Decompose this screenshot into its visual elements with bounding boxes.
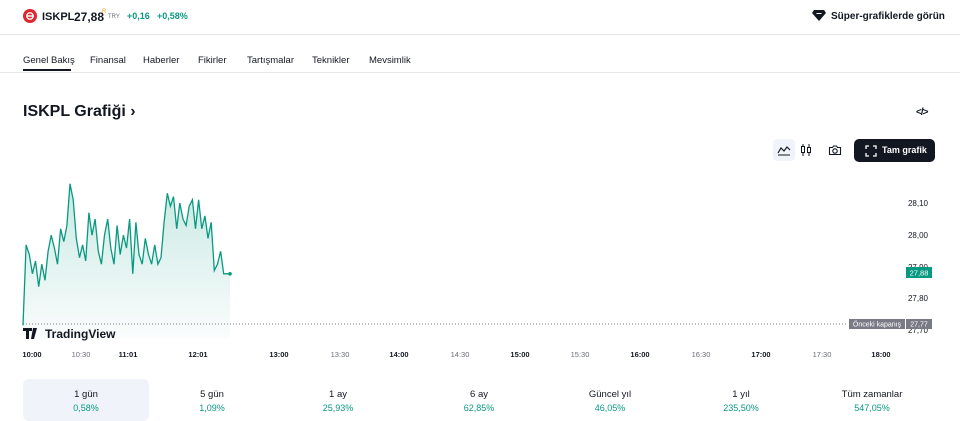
range-return: 62,85% [463, 403, 495, 413]
range-button-3[interactable]: 6 ay 62,85% [416, 379, 542, 421]
range-label: 1 gün [74, 389, 98, 400]
previous-close-label: Önceki kapanış [853, 321, 902, 329]
x-tick-label: 14:30 [451, 350, 470, 359]
range-label: Tüm zamanlar [841, 389, 903, 400]
y-tick-label: 28,10 [908, 199, 929, 208]
range-return: 547,05% [854, 403, 890, 413]
tab-technicals[interactable]: Teknikler [312, 55, 350, 66]
full-chart-label: Tam grafik [882, 145, 927, 155]
symbol-name: ISKPL [42, 11, 75, 23]
currency-code: TRY [108, 14, 120, 20]
range-return: 46,05% [594, 403, 626, 413]
y-tick-label: 27,80 [908, 294, 929, 303]
price-chart[interactable]: 28,1028,0027,9027,8027,70 10:0010:3011:0… [0, 165, 960, 365]
watermark-text: TradingView [45, 327, 116, 341]
chevron-right-icon: › [130, 103, 136, 120]
candles-button[interactable] [795, 139, 817, 161]
range-label: 5 gün [200, 389, 224, 400]
x-tick-label: 16:30 [692, 350, 711, 359]
x-tick-label: 11:01 [119, 350, 138, 359]
company-logo [23, 9, 37, 23]
super-charts-link[interactable]: Süper-grafiklerde görün [831, 11, 945, 22]
symbol-header: ISKPL 27,88 R TRY +0,16 +0,58% Süper-gra… [0, 0, 960, 35]
active-tab-indicator [23, 69, 71, 71]
x-tick-label: 15:00 [510, 350, 529, 359]
range-button-2[interactable]: 1 ay 25,93% [275, 379, 401, 421]
x-tick-label: 14:00 [389, 350, 408, 359]
range-button-0[interactable]: 1 gün 0,58% [23, 379, 149, 421]
range-label: 1 yıl [732, 389, 750, 400]
last-price: 27,88 [74, 10, 105, 24]
range-button-1[interactable]: 5 gün 1,09% [149, 379, 275, 421]
range-return: 1,09% [199, 403, 225, 413]
x-tick-label: 17:30 [813, 350, 832, 359]
x-tick-label: 13:00 [269, 350, 288, 359]
x-tick-label: 10:00 [22, 350, 41, 359]
tab-financials[interactable]: Finansal [90, 55, 126, 66]
range-button-6[interactable]: Tüm zamanlar 547,05% [809, 379, 935, 421]
tab-discussions[interactable]: Tartışmalar [247, 55, 294, 66]
snapshot-button[interactable] [824, 139, 846, 161]
currency-mark: R [102, 9, 107, 15]
range-label: 6 ay [470, 389, 488, 400]
chart-title-link[interactable]: ISKPL Grafiği › [23, 103, 136, 121]
line-chart-button[interactable] [773, 139, 795, 161]
price-change: +0,16 [127, 11, 150, 21]
period-selector: 1 gün 0,58% 5 gün 1,09% 1 ay 25,93% 6 ay 62,85%… [0, 379, 960, 421]
range-button-4[interactable]: Güncel yıl 46,05% [547, 379, 673, 421]
current-price-label: 27,88 [910, 269, 929, 278]
range-label: Güncel yıl [588, 389, 632, 400]
range-return: 0,58% [73, 403, 99, 413]
line-chart-icon [777, 146, 791, 156]
tab-seasonals[interactable]: Mevsimlik [369, 55, 411, 66]
chart-title: ISKPL Grafiği [23, 103, 126, 120]
x-tick-label: 16:00 [630, 350, 649, 359]
candles-icon [801, 144, 811, 156]
y-tick-label: 28,00 [908, 231, 929, 240]
range-return: 235,50% [723, 403, 759, 413]
x-tick-label: 12:01 [188, 350, 207, 359]
x-tick-label: 17:00 [751, 350, 770, 359]
previous-close-value: 27,77 [910, 322, 928, 329]
last-price-dot [228, 272, 232, 276]
camera-icon [828, 145, 842, 156]
super-charts-icon[interactable] [812, 9, 826, 21]
price-change-percent: +0,58% [157, 11, 188, 21]
x-tick-label: 13:30 [331, 350, 350, 359]
range-button-5[interactable]: 1 yıl 235,50% [678, 379, 804, 421]
range-label: 1 ay [329, 389, 347, 400]
tab-news[interactable]: Haberler [143, 55, 179, 66]
tab-overview[interactable]: Genel Bakış [23, 55, 75, 66]
embed-code-icon[interactable]: </> [916, 107, 929, 118]
section-tabs: Genel Bakış Finansal Haberler Fikirler T… [0, 35, 960, 73]
x-tick-label: 15:30 [571, 350, 590, 359]
x-tick-label: 18:00 [871, 350, 890, 359]
x-tick-label: 10:30 [72, 350, 91, 359]
range-return: 25,93% [322, 403, 354, 413]
full-chart-button[interactable]: Tam grafik [854, 139, 935, 162]
tab-ideas[interactable]: Fikirler [198, 55, 227, 66]
fullscreen-icon [865, 145, 877, 157]
